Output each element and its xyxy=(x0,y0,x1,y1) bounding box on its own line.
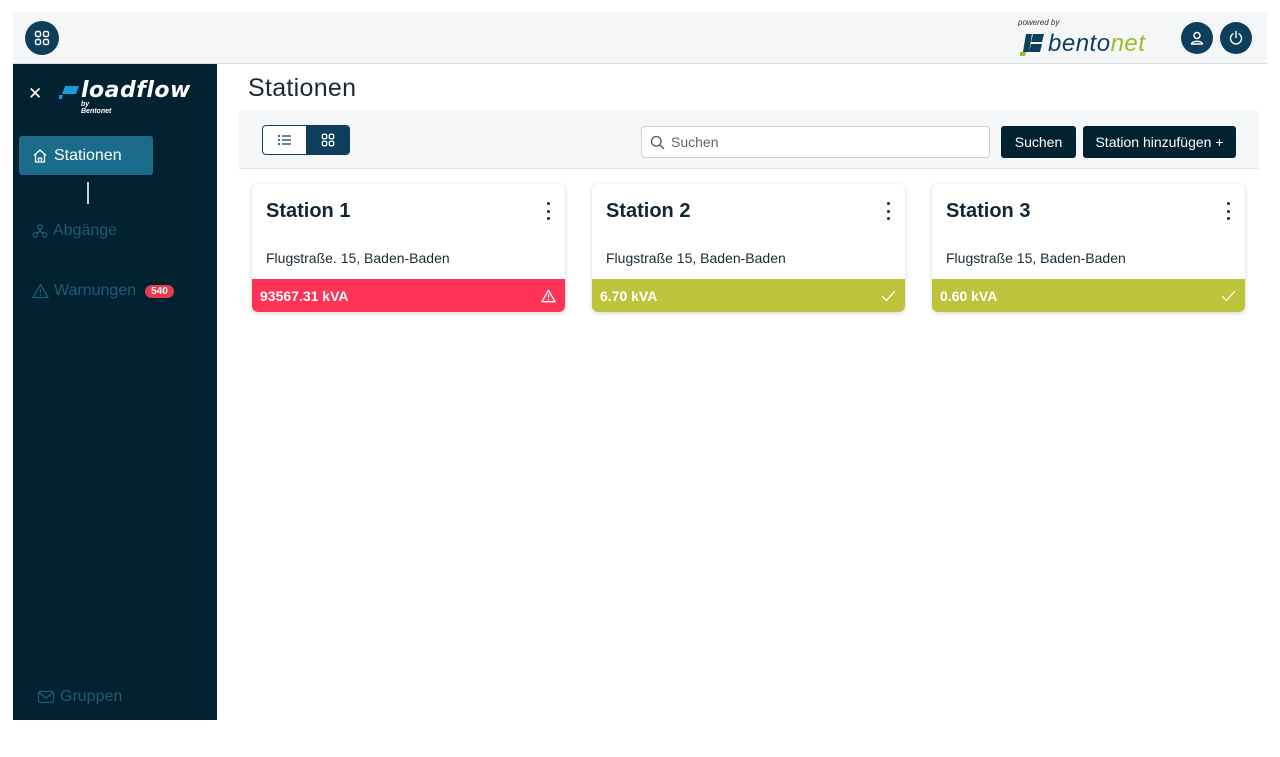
sidebar-item-abgaenge[interactable]: Abgänge xyxy=(32,222,117,240)
warning-icon xyxy=(32,283,49,299)
sidebar-item-label: Gruppen xyxy=(60,688,123,705)
sidebar: ✕ loadflow by Bentonet Stationen Abgänge… xyxy=(13,64,217,720)
grid-view-button[interactable] xyxy=(306,126,349,154)
station-load-value: 93567.31 kVA xyxy=(260,287,349,304)
sidebar-item-label: Warnungen xyxy=(54,282,137,299)
more-options-icon[interactable] xyxy=(1224,202,1232,220)
view-toggle xyxy=(262,125,350,155)
bentonet-brand: powered by bentonet xyxy=(1016,18,1178,58)
grid-icon xyxy=(321,133,334,147)
more-options-icon[interactable] xyxy=(884,202,892,220)
warnings-count-badge: 540 xyxy=(145,284,174,298)
add-station-button[interactable]: Station hinzufügen + xyxy=(1083,126,1236,158)
station-address: Flugstraße 15, Baden-Baden xyxy=(606,250,786,266)
grid-icon xyxy=(34,30,50,46)
user-button[interactable] xyxy=(1181,22,1213,54)
station-name: Station 2 xyxy=(606,200,691,222)
search-input[interactable] xyxy=(671,134,971,150)
search-icon xyxy=(650,135,665,149)
brand-accent-text: net xyxy=(1110,30,1146,57)
station-card[interactable]: Station 3 Flugstraße 15, Baden-Baden 0.6… xyxy=(932,184,1245,312)
check-icon xyxy=(1221,290,1236,301)
station-name: Station 3 xyxy=(946,200,1031,222)
list-view-button[interactable] xyxy=(263,126,306,154)
station-address: Flugstraße. 15, Baden-Baden xyxy=(266,250,450,266)
sidebar-item-gruppen[interactable]: Gruppen xyxy=(37,688,122,706)
powered-by-label: powered by xyxy=(1018,18,1060,27)
page-title: Stationen xyxy=(248,74,357,102)
sidebar-item-warnungen[interactable]: Warnungen 540 xyxy=(32,282,174,300)
search-box xyxy=(641,126,990,158)
logo-word: loadflow xyxy=(81,78,191,103)
brand-main-text: bento xyxy=(1048,30,1111,57)
station-load-bar: 93567.31 kVA xyxy=(252,279,565,312)
home-icon xyxy=(33,148,47,163)
top-bar: powered by bentonet xyxy=(13,12,1267,64)
sidebar-item-label: Abgänge xyxy=(53,222,118,239)
power-icon xyxy=(1229,30,1243,45)
sidebar-item-stationen[interactable]: Stationen xyxy=(19,136,153,175)
station-load-bar: 0.60 kVA xyxy=(932,279,1245,312)
app-window: powered by bentonet ✕ loadflow by Benton… xyxy=(13,12,1267,720)
station-load-bar: 6.70 kVA xyxy=(592,279,905,312)
loadflow-logo-mark xyxy=(59,86,79,99)
station-load-value: 0.60 kVA xyxy=(940,287,998,304)
more-options-icon[interactable] xyxy=(544,202,552,220)
toolbar: Suchen Station hinzufügen + xyxy=(239,111,1259,169)
user-icon xyxy=(1190,31,1204,45)
station-address: Flugstraße 15, Baden-Baden xyxy=(946,250,1126,266)
station-load-value: 6.70 kVA xyxy=(600,287,658,304)
nav-connector-line xyxy=(87,182,89,204)
station-name: Station 1 xyxy=(266,200,351,222)
list-icon xyxy=(277,135,291,145)
sidebar-item-label: Stationen xyxy=(54,146,122,164)
bentonet-logo-mark xyxy=(1020,34,1044,56)
warning-icon xyxy=(541,289,556,302)
mail-icon xyxy=(37,690,55,704)
close-sidebar-button[interactable]: ✕ xyxy=(28,85,42,102)
apps-button[interactable] xyxy=(25,21,59,55)
logo-subtitle: by Bentonet xyxy=(81,101,112,115)
station-card[interactable]: Station 1 Flugstraße. 15, Baden-Baden 93… xyxy=(252,184,565,312)
network-icon xyxy=(32,224,48,238)
logout-button[interactable] xyxy=(1220,22,1252,54)
search-button[interactable]: Suchen xyxy=(1001,126,1076,158)
check-icon xyxy=(881,290,896,301)
station-card[interactable]: Station 2 Flugstraße 15, Baden-Baden 6.7… xyxy=(592,184,905,312)
bentonet-wordmark: bentonet xyxy=(1048,30,1145,58)
